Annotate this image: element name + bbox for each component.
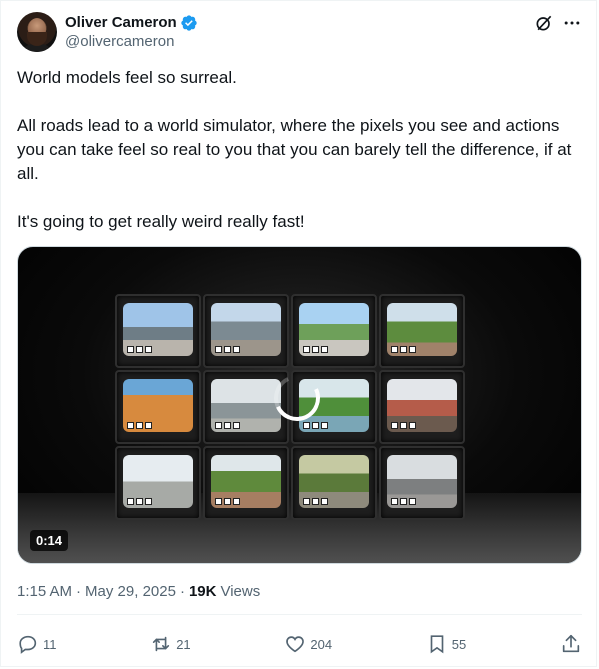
bookmark-count: 55 <box>451 636 467 652</box>
author-display-name[interactable]: Oliver Cameron <box>65 13 177 32</box>
share-button[interactable] <box>560 633 582 655</box>
author-avatar[interactable] <box>17 12 57 52</box>
repost-icon <box>153 636 170 652</box>
tv-screen <box>291 294 377 368</box>
tv-screen <box>115 370 201 444</box>
share-icon <box>562 634 580 653</box>
tweet-meta: 1:15 AM · May 29, 2025 · 19K Views <box>17 583 260 600</box>
heart-icon <box>286 636 305 653</box>
tweet-paragraph: It's going to get really weird really fa… <box>17 212 305 231</box>
reply-icon <box>19 635 37 654</box>
meta-separator: · <box>179 583 185 600</box>
header-actions <box>533 12 583 34</box>
name-row: Oliver Cameron <box>65 13 198 32</box>
tweet-paragraph: World models feel so surreal. <box>17 68 237 87</box>
video-player[interactable]: 0:14 <box>17 246 582 564</box>
tv-screen <box>291 446 377 520</box>
bookmark-icon <box>430 635 444 654</box>
tweet-paragraph: All roads lead to a world simulator, whe… <box>17 116 572 183</box>
tweet-text: World models feel so surreal. All roads … <box>17 66 582 234</box>
more-icon[interactable] <box>561 12 583 34</box>
tv-screen <box>203 294 289 368</box>
reply-count: 11 <box>43 636 57 652</box>
tweet-header: Oliver Cameron @olivercameron <box>17 12 198 52</box>
tweet-date[interactable]: May 29, 2025 <box>85 583 176 600</box>
tv-screen <box>379 294 465 368</box>
views-label: Views <box>220 583 261 600</box>
tv-screen <box>115 294 201 368</box>
meta-separator: · <box>76 583 82 600</box>
tv-screen <box>379 370 465 444</box>
tweet-time[interactable]: 1:15 AM <box>17 583 72 600</box>
like-count: 204 <box>310 636 333 652</box>
views-count: 19K <box>188 583 217 600</box>
tv-screen <box>379 446 465 520</box>
like-button[interactable]: 204 <box>284 633 332 655</box>
author-handle[interactable]: @olivercameron <box>65 32 198 51</box>
repost-button[interactable]: 21 <box>150 633 191 655</box>
divider <box>17 614 582 615</box>
bookmark-button[interactable]: 55 <box>426 633 466 655</box>
author-names: Oliver Cameron @olivercameron <box>65 13 198 51</box>
action-bar: 11 21 204 55 <box>17 630 582 658</box>
tv-screen <box>203 446 289 520</box>
grok-icon[interactable] <box>533 12 555 34</box>
reply-button[interactable]: 11 <box>17 633 57 655</box>
repost-count: 21 <box>176 636 191 652</box>
video-duration: 0:14 <box>30 530 69 551</box>
verified-badge-icon <box>181 14 197 31</box>
tv-screen <box>115 446 201 520</box>
